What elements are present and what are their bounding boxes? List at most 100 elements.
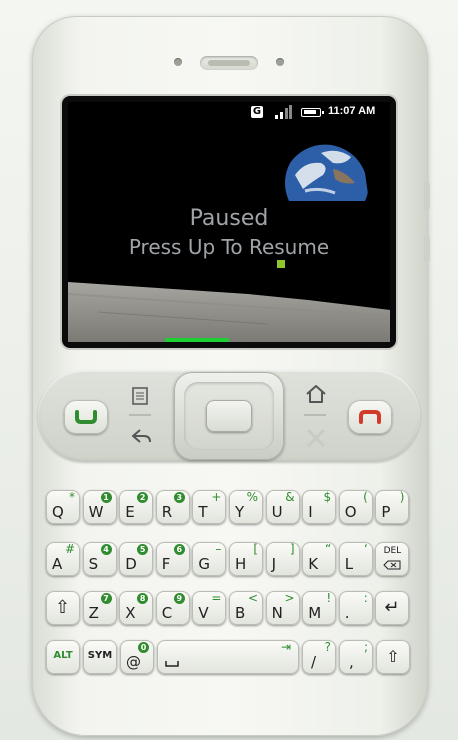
key-alt-symbol: ! xyxy=(326,591,332,605)
x-icon[interactable] xyxy=(305,428,327,448)
key-number: 8 xyxy=(137,593,149,604)
key-at-number: 0 xyxy=(138,642,149,653)
key-shift[interactable]: ⇧ xyxy=(46,591,80,625)
key-label: Q xyxy=(52,503,64,521)
key-alt-symbol: ) xyxy=(399,490,405,504)
key-x[interactable]: X8 xyxy=(119,591,154,625)
side-camera-button[interactable] xyxy=(424,236,430,262)
game-screen[interactable]: G 11:07 AM Paused Press Up To Resume xyxy=(68,102,390,342)
paused-label: Paused xyxy=(189,206,269,231)
key-o[interactable]: O( xyxy=(338,490,373,524)
key-j[interactable]: J] xyxy=(265,542,300,576)
key-d[interactable]: D5 xyxy=(119,542,154,576)
key-space[interactable]: ⇥ xyxy=(157,640,299,674)
key-delete[interactable]: DEL xyxy=(375,542,410,576)
key-label: ⇧ xyxy=(55,597,71,618)
key-y[interactable]: Y% xyxy=(229,490,263,524)
carrier-icon: G xyxy=(251,106,263,118)
key-a[interactable]: A # xyxy=(46,542,80,576)
key-g[interactable]: G – xyxy=(192,542,227,576)
key-k[interactable]: K “ xyxy=(302,542,337,576)
key-number: 2 xyxy=(137,492,149,503)
key-u[interactable]: U & xyxy=(265,490,300,524)
key-v[interactable]: V = xyxy=(192,591,227,625)
key-e[interactable]: E2 xyxy=(119,490,154,524)
key-label: W xyxy=(88,503,104,521)
key-alt-symbol: < xyxy=(247,591,258,605)
key-alt-symbol: [ xyxy=(253,542,258,556)
key-at-label: @ xyxy=(126,653,141,671)
end-call-button[interactable] xyxy=(348,400,392,434)
signal-icon xyxy=(275,105,292,119)
key-number: 3 xyxy=(173,492,185,503)
menu-icon[interactable] xyxy=(130,386,150,406)
backspace-icon xyxy=(383,560,401,570)
key-q[interactable]: Q * xyxy=(46,490,80,524)
sensor-dot-left xyxy=(174,58,182,66)
status-bar: G 11:07 AM xyxy=(68,102,390,122)
key-enter[interactable]: ↵ xyxy=(375,591,410,625)
phone-call-icon xyxy=(75,410,97,424)
key-alt[interactable]: ALT xyxy=(46,640,80,674)
battery-icon xyxy=(301,108,324,117)
key-alt-symbol: ( xyxy=(363,490,368,504)
key-alt-symbol: % xyxy=(246,490,258,504)
key-r[interactable]: R3 xyxy=(155,490,190,524)
key-c[interactable]: C9 xyxy=(155,591,190,625)
key-label: B xyxy=(235,604,246,622)
key-label: J xyxy=(271,555,277,573)
key-slash-alt: ? xyxy=(324,640,331,654)
key-i[interactable]: I $ xyxy=(302,490,337,524)
key-alt-symbol: : xyxy=(363,591,368,605)
key-b[interactable]: B < xyxy=(229,591,263,625)
key-alt-symbol: > xyxy=(284,591,295,605)
key-label: P xyxy=(381,503,391,521)
key-label: ↵ xyxy=(384,597,400,618)
key-s[interactable]: S4 xyxy=(82,542,117,576)
key-alt-symbol: ] xyxy=(289,542,295,556)
dpad-center-button[interactable] xyxy=(206,400,252,432)
key-label: K xyxy=(308,555,319,573)
key-sym-label: SYM xyxy=(87,650,113,661)
key-p[interactable]: P) xyxy=(375,490,410,524)
key-label: S xyxy=(88,555,99,573)
key-at[interactable]: @ 0 xyxy=(120,640,154,674)
key-period[interactable]: .: xyxy=(338,591,373,625)
key-z[interactable]: Z7 xyxy=(82,591,117,625)
key-shift-right-label: ⇧ xyxy=(386,647,400,666)
key-l[interactable]: L ‘ xyxy=(338,542,373,576)
key-alt-label: ALT xyxy=(53,650,73,661)
key-alt-symbol: $ xyxy=(323,490,332,504)
space-bar-icon xyxy=(165,661,179,667)
key-space-tab: ⇥ xyxy=(280,640,291,654)
key-slash-label: / xyxy=(311,653,317,671)
key-label: A xyxy=(52,555,63,573)
key-label: R xyxy=(161,503,173,521)
back-arrow-icon[interactable] xyxy=(130,426,154,446)
key-comma-label: , xyxy=(349,653,354,671)
key-label: E xyxy=(125,503,135,521)
key-n[interactable]: N > xyxy=(265,591,300,625)
resume-instruction: Press Up To Resume xyxy=(128,235,330,259)
key-f[interactable]: F6 xyxy=(155,542,190,576)
side-volume-button[interactable] xyxy=(424,182,430,210)
key-number: 7 xyxy=(100,593,112,604)
level-progress-bar xyxy=(165,338,229,342)
key-label: H xyxy=(235,555,247,573)
key-h[interactable]: H[ xyxy=(229,542,263,576)
key-shift-right[interactable]: ⇧ xyxy=(376,640,410,674)
key-number: 5 xyxy=(137,544,149,555)
key-comma[interactable]: , ; xyxy=(339,640,373,674)
key-alt-symbol: – xyxy=(215,542,222,556)
key-t[interactable]: T + xyxy=(192,490,227,524)
call-button[interactable] xyxy=(64,400,108,434)
key-label: C xyxy=(161,604,173,622)
key-w[interactable]: W1 xyxy=(82,490,117,524)
key-m[interactable]: M! xyxy=(302,591,337,625)
key-sym[interactable]: SYM xyxy=(83,640,117,674)
key-label: Y xyxy=(235,503,245,521)
home-icon[interactable] xyxy=(304,384,328,404)
key-label: L xyxy=(344,555,354,573)
lander-marker xyxy=(277,260,285,268)
key-slash[interactable]: / ? xyxy=(302,640,336,674)
